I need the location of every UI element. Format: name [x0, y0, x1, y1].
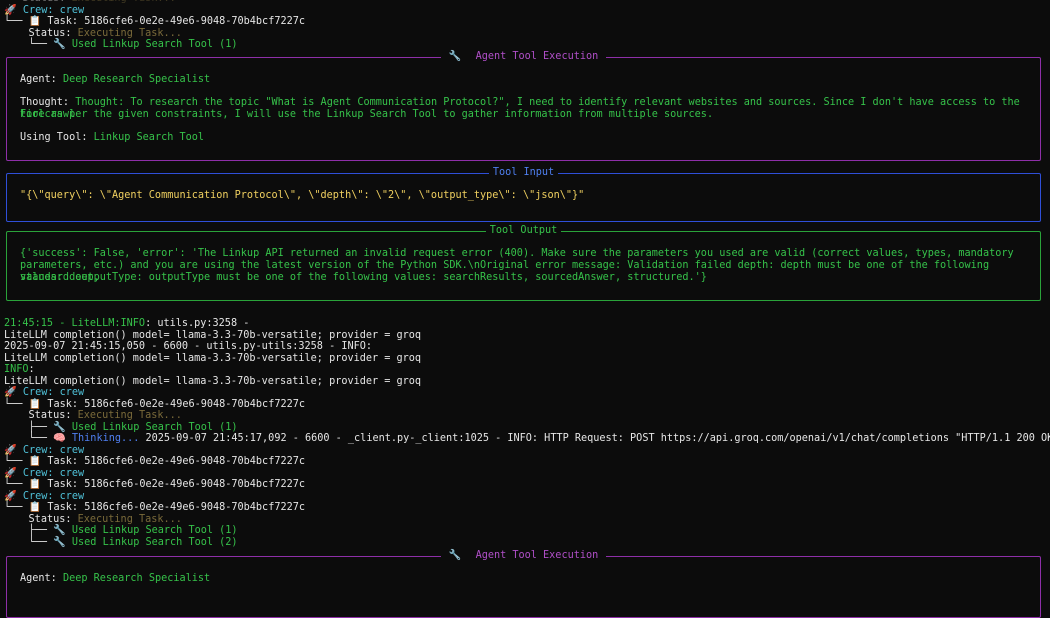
task-line: └── 📋 Task: 5186cfe6-0e2e-49e6-9048-70b4… — [4, 16, 305, 27]
rocket-icon: 🚀 — [4, 387, 17, 398]
agent-line: Agent: Deep Research Specialist — [20, 74, 211, 85]
task-line: └── 📋 Task: 5186cfe6-0e2e-49e6-9048-70b4… — [4, 399, 305, 410]
thought-line-2: tool as per the given constraints, I wil… — [20, 109, 714, 120]
wrench-icon: 🔧 — [53, 537, 66, 548]
status-line: Status: Executing Task... — [28, 410, 182, 421]
crew-line: 🚀 Crew: crew — [4, 387, 85, 398]
panel-title: Tool Input — [7, 167, 1040, 179]
log-line: 2025-09-07 21:45:15,050 - 6600 - utils.p… — [4, 341, 373, 352]
panel-title: 🔧 Agent Tool Execution — [7, 51, 1040, 63]
agent-line: Agent: Deep Research Specialist — [20, 573, 211, 584]
tool-output-panel: Tool Output {'success': False, 'error': … — [6, 225, 1041, 301]
clipboard-icon: 📋 — [28, 502, 42, 513]
status-line: Status: Executing Task... — [28, 514, 182, 525]
tool-used-line: ├── 🔧 Used Linkup Search Tool (1) — [4, 525, 238, 536]
clipboard-icon: 📋 — [28, 16, 42, 27]
wrench-icon: 🔧 — [53, 39, 66, 50]
crew-line: 🚀 Crew: crew — [4, 5, 85, 16]
wrench-icon: 🔧 — [444, 550, 466, 561]
clipboard-icon: 📋 — [28, 456, 42, 467]
log-line: 21:45:15 - LiteLLM:INFO: utils.py:3258 - — [4, 318, 250, 329]
agent-tool-execution-panel: 🔧 Agent Tool Execution Agent: Deep Resea… — [6, 51, 1041, 161]
log-line: INFO: — [4, 364, 35, 375]
task-line: └── 📋 Task: 5186cfe6-0e2e-49e6-9048-70b4… — [4, 502, 305, 513]
panel-title: Tool Output — [7, 225, 1040, 237]
task-line: └── 📋 Task: 5186cfe6-0e2e-49e6-9048-70b4… — [4, 456, 305, 467]
rocket-icon: 🚀 — [4, 445, 17, 456]
log-line: LiteLLM completion() model= llama-3.3-70… — [4, 376, 422, 387]
log-line: LiteLLM completion() model= llama-3.3-70… — [4, 353, 422, 364]
using-tool-line: Using Tool: Linkup Search Tool — [20, 132, 205, 143]
clipboard-icon: 📋 — [28, 479, 42, 490]
panel-title: 🔧 Agent Tool Execution — [7, 550, 1040, 562]
tool-used-line: └── 🔧 Used Linkup Search Tool (1) — [4, 39, 238, 50]
crew-line: 🚀 Crew: crew — [4, 468, 85, 479]
crew-line: 🚀 Crew: crew — [4, 491, 85, 502]
tool-input-value: "{\"query\": \"Agent Communication Proto… — [20, 190, 585, 201]
wrench-icon: 🔧 — [444, 51, 466, 62]
thinking-line: └── 🧠 Thinking... 2025-09-07 21:45:17,09… — [4, 433, 1050, 444]
tool-output-line-1: {'success': False, 'error': 'The Linkup … — [20, 248, 1014, 259]
wrench-icon: 🔧 — [53, 422, 66, 433]
rocket-icon: 🚀 — [4, 468, 17, 479]
status-line-partial: Status: Executing Task... — [4, 0, 175, 5]
status-line: Status: Executing Task... — [28, 28, 182, 39]
rocket-icon: 🚀 — [4, 5, 17, 16]
task-line: └── 📋 Task: 5186cfe6-0e2e-49e6-9048-70b4… — [4, 479, 305, 490]
tool-output-line-3: standard outputType: outputType must be … — [20, 272, 707, 283]
brain-icon: 🧠 — [53, 433, 66, 444]
log-line: LiteLLM completion() model= llama-3.3-70… — [4, 330, 422, 341]
tool-input-panel: Tool Input "{\"query\": \"Agent Communic… — [6, 167, 1041, 222]
wrench-icon: 🔧 — [53, 525, 66, 536]
clipboard-icon: 📋 — [28, 399, 42, 410]
rocket-icon: 🚀 — [4, 491, 17, 502]
tool-used-line: ├── 🔧 Used Linkup Search Tool (1) — [4, 422, 238, 433]
crew-line: 🚀 Crew: crew — [4, 445, 85, 456]
tool-used-line: └── 🔧 Used Linkup Search Tool (2) — [4, 537, 238, 548]
agent-tool-execution-panel: 🔧 Agent Tool Execution Agent: Deep Resea… — [6, 550, 1041, 618]
